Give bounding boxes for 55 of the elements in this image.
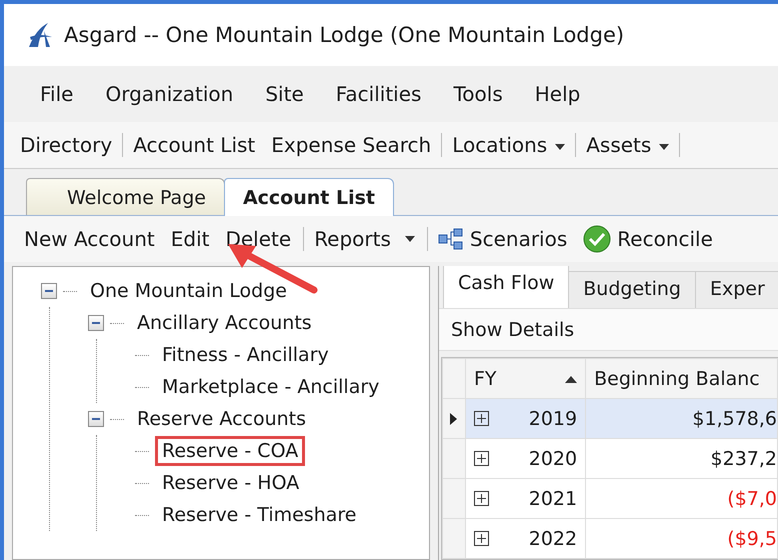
table-cell: ($9,5 [586,518,778,558]
tree-item[interactable]: Reserve - COA [155,436,306,466]
column-header[interactable]: FY [465,358,586,398]
sort-ascending-icon [565,376,578,382]
collapse-toggle[interactable] [88,411,104,427]
toolbar-button[interactable]: Locations [446,133,576,157]
menu-item[interactable]: Organization [89,82,250,106]
menu-item[interactable]: Help [518,82,596,106]
tab[interactable]: Budgeting [568,271,696,308]
caret-icon [555,144,566,150]
table-cell: 2021 [465,478,586,518]
caret-icon [404,236,415,242]
diagram-icon [438,228,464,250]
column-header[interactable]: Beginning Balanc [586,358,778,398]
tree-item[interactable]: Reserve - Timeshare [155,500,364,530]
toolbar-button[interactable]: Account List [127,133,262,157]
table-cell: $237,2 [586,438,778,478]
document-tab[interactable]: Account List [224,178,394,216]
tree-item[interactable]: Ancillary Accounts [130,308,319,338]
document-tab[interactable]: Welcome Page [26,178,225,215]
tab[interactable]: Exper [694,271,778,308]
table-cell: 2020 [465,438,586,478]
table-cell: 2019 [465,398,586,438]
toolbar-button[interactable]: Directory [14,133,124,157]
table-cell: $1,578,6 [586,398,778,438]
toolbar-button[interactable]: Scenarios [432,227,574,251]
toolbar-button[interactable]: Edit [164,227,216,251]
table-cell: 2022 [465,518,586,558]
tree-item[interactable]: Marketplace - Ancillary [155,372,386,402]
menu-item[interactable]: Site [249,82,320,106]
tree-item[interactable]: Fitness - Ancillary [155,340,336,370]
toolbar-button[interactable]: Reconcile [577,225,719,253]
app-logo-icon [26,21,54,49]
toolbar-button[interactable]: Expense Search [265,133,442,157]
toolbar-button[interactable]: New Account [18,227,161,251]
tree-item[interactable]: One Mountain Lodge [83,276,294,306]
toolbar-button[interactable]: Assets [580,133,680,157]
menu-item[interactable]: File [24,82,90,106]
toolbar-button[interactable]: Show Details [451,318,574,340]
expand-icon[interactable] [474,490,489,506]
tree-item[interactable]: Reserve Accounts [130,404,314,434]
tab[interactable]: Cash Flow [443,266,570,308]
check-icon [583,225,612,253]
expand-icon[interactable] [474,410,489,426]
expand-icon[interactable] [474,450,489,466]
caret-icon [659,144,670,150]
tree-item[interactable]: Reserve - HOA [155,468,306,498]
menu-item[interactable]: Facilities [320,82,438,106]
collapse-toggle[interactable] [88,315,104,331]
toolbar-button[interactable]: Reports [308,227,428,251]
collapse-toggle[interactable] [41,283,57,299]
expand-icon[interactable] [474,530,489,546]
menu-item[interactable]: Tools [437,82,519,106]
window-title: Asgard -- One Mountain Lodge (One Mountain Lodge) [64,23,624,47]
table-cell: ($7,0 [586,478,778,518]
